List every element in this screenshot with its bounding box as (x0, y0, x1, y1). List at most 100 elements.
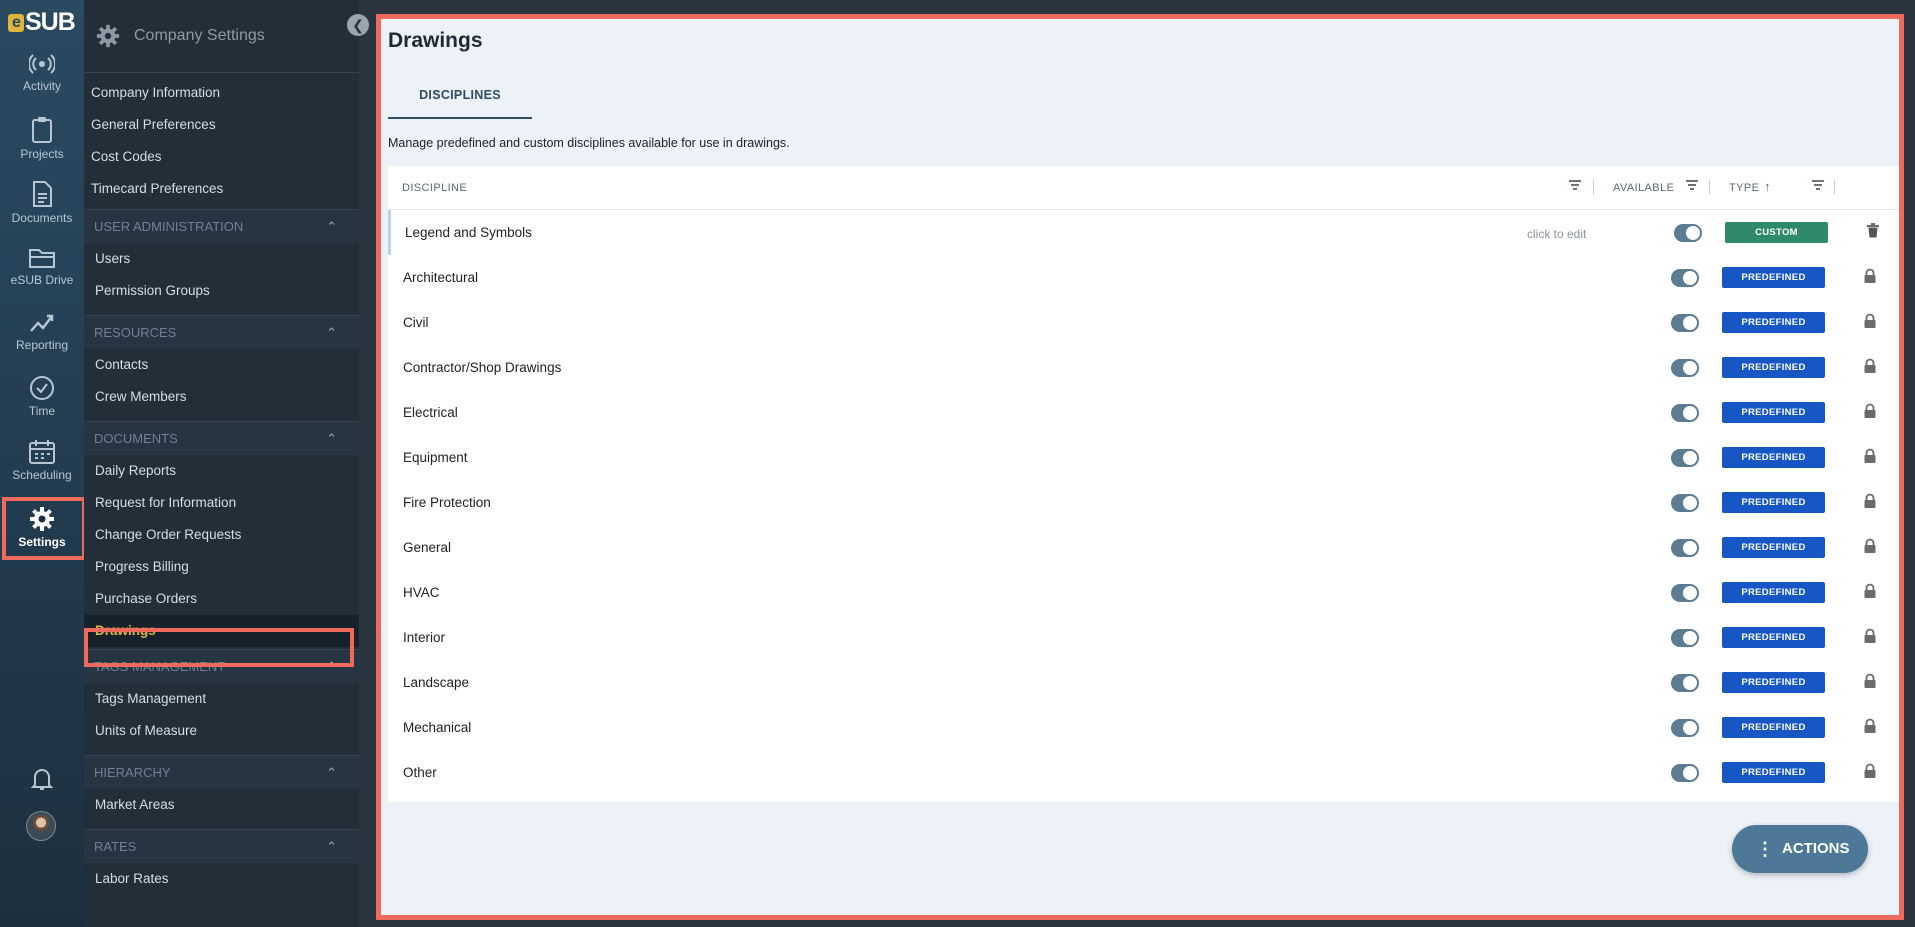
available-toggle[interactable] (1671, 494, 1699, 512)
available-toggle[interactable] (1674, 224, 1702, 242)
section-documents[interactable]: DOCUMENTS ⌃ (84, 421, 359, 455)
available-toggle[interactable] (1671, 269, 1699, 287)
available-toggle[interactable] (1671, 629, 1699, 647)
rail-item-activity[interactable]: Activity (0, 52, 84, 93)
rail-item-documents[interactable]: Documents (0, 180, 84, 225)
filter-icon[interactable] (1568, 178, 1582, 192)
table-row[interactable]: Mechanical PREDEFINED (388, 705, 1899, 750)
sidebar-item-labor-rates[interactable]: Labor Rates (84, 863, 359, 895)
sidebar-item-crew-members[interactable]: Crew Members (84, 381, 359, 413)
type-badge: PREDEFINED (1722, 402, 1825, 423)
type-badge: PREDEFINED (1722, 357, 1825, 378)
disciplines-table: DISCIPLINE AVAILABLE TYPE ↑ Legend and S… (388, 166, 1899, 802)
type-badge: PREDEFINED (1722, 672, 1825, 693)
table-row[interactable]: Contractor/Shop Drawings PREDEFINED (388, 345, 1899, 390)
rail-item-reporting[interactable]: Reporting (0, 311, 84, 352)
rail-item-esub-drive[interactable]: eSUB Drive (0, 246, 84, 287)
table-row[interactable]: Architectural PREDEFINED (388, 255, 1899, 300)
table-row[interactable]: Equipment PREDEFINED (388, 435, 1899, 480)
discipline-name: HVAC (403, 585, 440, 600)
sidebar-item-market-areas[interactable]: Market Areas (84, 789, 359, 821)
document-icon (33, 181, 52, 207)
column-header-available[interactable]: AVAILABLE (1613, 182, 1674, 194)
available-toggle[interactable] (1671, 674, 1699, 692)
sidebar-item-permission-groups[interactable]: Permission Groups (84, 275, 359, 307)
table-row[interactable]: Civil PREDEFINED (388, 300, 1899, 345)
sidebar-item-contacts[interactable]: Contacts (84, 349, 359, 381)
section-resources[interactable]: RESOURCES ⌃ (84, 315, 359, 349)
table-row[interactable]: Interior PREDEFINED (388, 615, 1899, 660)
available-toggle[interactable] (1671, 314, 1699, 332)
table-row[interactable]: Other PREDEFINED (388, 750, 1899, 795)
sidebar-link-general-preferences[interactable]: General Preferences (84, 109, 359, 141)
table-row[interactable]: General PREDEFINED (388, 525, 1899, 570)
bell-icon (30, 769, 54, 790)
section-user-administration[interactable]: USER ADMINISTRATION ⌃ (84, 209, 359, 243)
lock-icon (1864, 718, 1876, 733)
discipline-name: General (403, 540, 452, 555)
sidebar-item-users[interactable]: Users (84, 243, 359, 275)
type-badge: PREDEFINED (1722, 627, 1825, 648)
table-row[interactable]: Fire Protection PREDEFINED (388, 480, 1899, 525)
sidebar-item-change-order-requests[interactable]: Change Order Requests (84, 519, 359, 551)
section-rates[interactable]: RATES ⌃ (84, 829, 359, 863)
discipline-name: Interior (403, 630, 446, 645)
sidebar-link-company-information[interactable]: Company Information (84, 77, 359, 109)
type-badge: PREDEFINED (1722, 492, 1825, 513)
filter-icon[interactable] (1811, 178, 1825, 192)
discipline-name[interactable]: Legend and Symbols (405, 225, 532, 240)
notifications-button[interactable] (0, 766, 84, 795)
calendar-icon (29, 440, 55, 464)
lock-icon (1864, 538, 1876, 553)
discipline-name: Civil (403, 315, 429, 330)
sidebar-link-timecard-preferences[interactable]: Timecard Preferences (84, 173, 359, 205)
rail-item-time[interactable]: Time (0, 375, 84, 418)
available-toggle[interactable] (1671, 764, 1699, 782)
collapse-sidebar-button[interactable]: ❮ (347, 14, 369, 36)
available-toggle[interactable] (1671, 584, 1699, 602)
tab-disciplines[interactable]: DISCIPLINES (388, 79, 532, 119)
type-badge: CUSTOM (1725, 222, 1828, 243)
esub-logo[interactable]: e SUB (8, 8, 76, 37)
column-separator (1709, 180, 1710, 194)
user-avatar[interactable] (26, 811, 56, 841)
actions-button[interactable]: ⋮ ACTIONS (1732, 825, 1868, 873)
chevron-up-icon: ⌃ (326, 325, 337, 340)
page-title: Drawings (388, 29, 483, 52)
available-toggle[interactable] (1671, 719, 1699, 737)
rail-item-projects[interactable]: Projects (0, 116, 84, 161)
table-row[interactable]: Legend and Symbols click to edit CUSTOM (388, 210, 1899, 255)
discipline-name: Fire Protection (403, 495, 491, 510)
lock-icon (1864, 583, 1876, 598)
chevron-up-icon: ⌃ (326, 839, 337, 854)
lock-icon (1864, 313, 1876, 328)
discipline-name: Architectural (403, 270, 479, 285)
filter-icon[interactable] (1685, 178, 1699, 192)
main-content: Drawings DISCIPLINES Manage predefined a… (376, 14, 1904, 920)
sidebar-item-purchase-orders[interactable]: Purchase Orders (84, 583, 359, 615)
rail-item-scheduling[interactable]: Scheduling (0, 439, 84, 482)
table-row[interactable]: Electrical PREDEFINED (388, 390, 1899, 435)
available-toggle[interactable] (1671, 404, 1699, 422)
column-header-discipline[interactable]: DISCIPLINE (402, 182, 467, 194)
chevron-up-icon: ⌃ (326, 219, 337, 234)
sidebar-link-cost-codes[interactable]: Cost Codes (84, 141, 359, 173)
chevron-up-icon: ⌃ (326, 765, 337, 780)
sidebar-item-tags-management[interactable]: Tags Management (84, 683, 359, 715)
section-hierarchy[interactable]: HIERARCHY ⌃ (84, 755, 359, 789)
table-row[interactable]: Landscape PREDEFINED (388, 660, 1899, 705)
gear-icon (96, 24, 120, 48)
table-header: DISCIPLINE AVAILABLE TYPE ↑ (388, 166, 1899, 210)
available-toggle[interactable] (1671, 539, 1699, 557)
sidebar-item-units-of-measure[interactable]: Units of Measure (84, 715, 359, 747)
table-row[interactable]: HVAC PREDEFINED (388, 570, 1899, 615)
column-header-type[interactable]: TYPE (1729, 182, 1759, 194)
sort-ascending-icon[interactable]: ↑ (1764, 179, 1771, 194)
discipline-name: Landscape (403, 675, 470, 690)
sidebar-item-daily-reports[interactable]: Daily Reports (84, 455, 359, 487)
trash-icon[interactable] (1866, 223, 1880, 239)
sidebar-item-rfi[interactable]: Request for Information (84, 487, 359, 519)
sidebar-item-progress-billing[interactable]: Progress Billing (84, 551, 359, 583)
available-toggle[interactable] (1671, 359, 1699, 377)
available-toggle[interactable] (1671, 449, 1699, 467)
